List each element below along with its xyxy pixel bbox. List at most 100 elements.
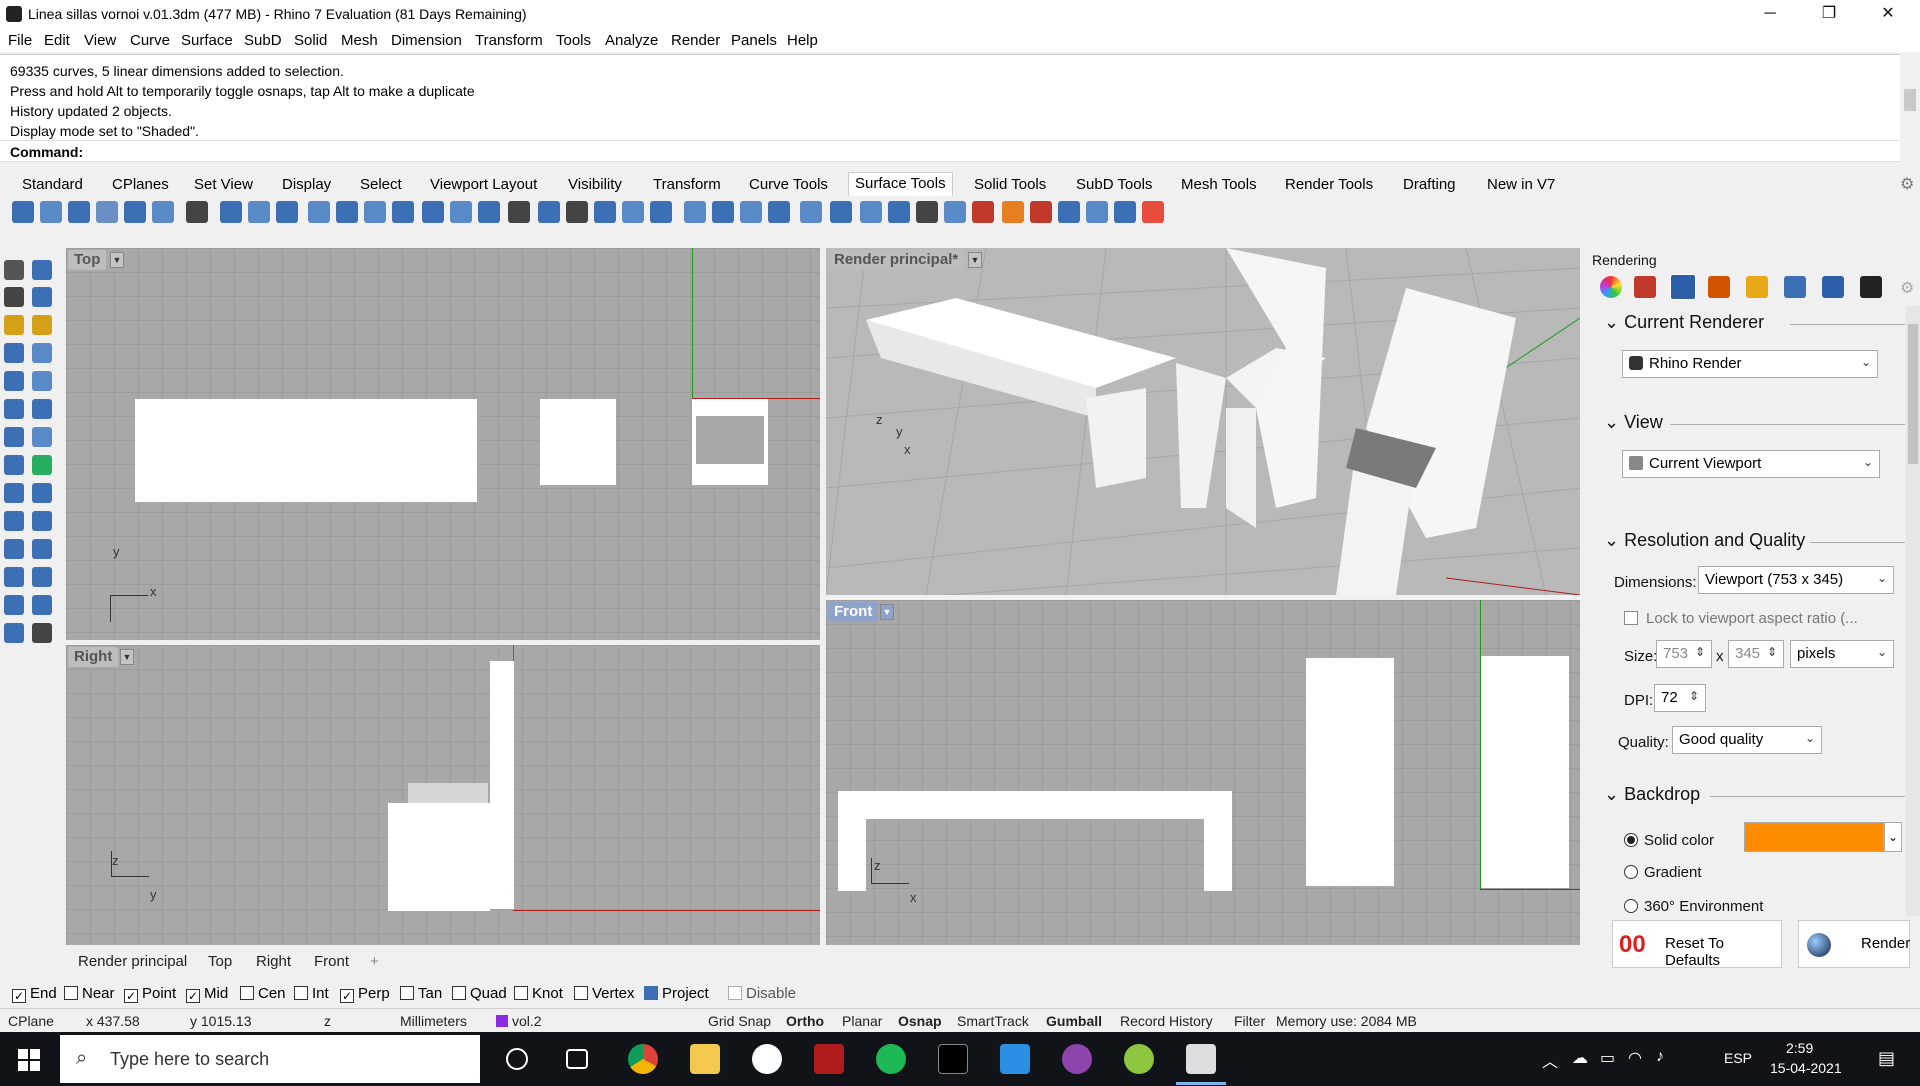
chair-top-view[interactable] (540, 399, 616, 485)
size-unit-dropdown[interactable]: pixels ⌄ (1790, 640, 1894, 668)
sun-icon[interactable] (1708, 276, 1730, 298)
osnap-mid[interactable]: ✓ Mid (186, 985, 228, 1003)
rotate-icon[interactable] (32, 567, 52, 587)
rendering-settings-icon[interactable] (1670, 274, 1696, 300)
clock-date[interactable]: 15-04-2021 (1770, 1060, 1842, 1076)
width-input[interactable]: 753 ⇕ (1656, 640, 1712, 668)
tab-standard[interactable]: Standard (22, 176, 83, 193)
toolbar-settings-icon[interactable]: ⚙ (1900, 174, 1914, 194)
extend-surface-icon[interactable] (422, 201, 444, 223)
select-arrow-icon[interactable] (4, 260, 24, 280)
chair-seat-right-view[interactable] (408, 783, 488, 805)
circle-icon[interactable] (4, 343, 24, 363)
section-current-renderer[interactable]: ⌄ Current Renderer (1604, 312, 1764, 333)
array-icon[interactable] (4, 623, 24, 643)
untrim-icon[interactable] (566, 201, 588, 223)
viewport-label-top[interactable]: Top (68, 250, 107, 270)
tab-display[interactable]: Display (282, 176, 331, 193)
menu-edit[interactable]: Edit (44, 32, 70, 49)
chair-base-right-view[interactable] (388, 803, 490, 911)
language-indicator[interactable]: ESP (1724, 1050, 1752, 1066)
interp-curve-icon[interactable] (32, 315, 52, 335)
bench-leg-left-front-view[interactable] (838, 819, 866, 891)
status-record-history[interactable]: Record History (1120, 1013, 1213, 1029)
cortana-icon[interactable] (506, 1048, 528, 1070)
status-units[interactable]: Millimeters (400, 1013, 467, 1029)
tab-transform[interactable]: Transform (653, 176, 721, 193)
taskbar-search-box[interactable]: ⌕ Type here to search (60, 1035, 480, 1083)
checkbox-icon[interactable] (294, 986, 308, 1000)
merge-surface-icon[interactable] (478, 201, 500, 223)
surface-from-edges-icon[interactable] (40, 201, 62, 223)
checkbox-icon[interactable] (574, 986, 588, 1000)
vscode-icon[interactable] (1000, 1044, 1030, 1074)
clock-time[interactable]: 2:59 (1786, 1040, 1813, 1056)
status-gumball[interactable]: Gumball (1046, 1013, 1102, 1029)
polygon-icon[interactable] (32, 371, 52, 391)
loft-icon[interactable] (124, 201, 146, 223)
chrome-icon[interactable] (628, 1044, 658, 1074)
menu-file[interactable]: File (8, 32, 32, 49)
change-degree-icon[interactable] (740, 201, 762, 223)
rebuild-surface-icon[interactable] (508, 201, 530, 223)
environment-icon[interactable] (1784, 276, 1806, 298)
status-cplane[interactable]: CPlane (8, 1013, 54, 1029)
scroll-thumb[interactable] (1904, 89, 1916, 111)
chair-back-right-view[interactable] (490, 661, 514, 909)
section-view[interactable]: ⌄ View (1604, 412, 1663, 433)
stepper-icon[interactable]: ⇕ (1689, 689, 1699, 703)
osnap-perp[interactable]: ✓ Perp (340, 985, 390, 1003)
point-deviation-icon[interactable] (1114, 201, 1136, 223)
battery-icon[interactable]: ▭ (1600, 1048, 1615, 1068)
surface-tool-icon[interactable] (4, 455, 24, 475)
fillet-curve-icon[interactable] (4, 427, 24, 447)
pyramid-icon[interactable] (32, 511, 52, 531)
cage-icon[interactable] (768, 201, 790, 223)
fillet-surface-icon[interactable] (308, 201, 330, 223)
gradient-radio[interactable]: Gradient (1624, 864, 1702, 881)
tab-drafting[interactable]: Drafting (1403, 176, 1456, 193)
menu-transform[interactable]: Transform (475, 32, 543, 49)
shrink-trimmed-surface-icon[interactable] (684, 201, 706, 223)
osnap-project[interactable]: Project (644, 985, 709, 1002)
dpi-input[interactable]: 72 ⇕ (1654, 684, 1706, 712)
viewport-front[interactable]: z x Front ▼ (826, 600, 1580, 945)
light-icon[interactable] (1822, 276, 1844, 298)
checkbox-icon[interactable]: ✓ (124, 989, 138, 1003)
viewport-label-right[interactable]: Right (68, 647, 119, 667)
status-layer[interactable]: vol.2 (512, 1013, 542, 1029)
scale-icon[interactable] (4, 595, 24, 615)
checkbox-icon[interactable] (452, 986, 466, 1000)
checkbox-icon[interactable] (728, 986, 742, 1000)
osnap-knot[interactable]: Knot (514, 985, 563, 1002)
radio-icon[interactable] (1624, 899, 1638, 913)
renderer-dropdown[interactable]: Rhino Render ⌄ (1622, 350, 1878, 378)
viewport-menu-arrow-icon[interactable]: ▼ (968, 252, 982, 268)
height-input[interactable]: 345 ⇕ (1728, 640, 1784, 668)
osnap-vertex[interactable]: Vertex (574, 985, 635, 1002)
set-points-icon[interactable] (800, 201, 822, 223)
osnap-disable[interactable]: Disable (728, 985, 796, 1002)
draft-angle-icon[interactable] (1058, 201, 1080, 223)
cloud-icon[interactable]: ☁ (1572, 1048, 1588, 1068)
boolean-difference-icon[interactable] (32, 539, 52, 559)
tab-surface-tools[interactable]: Surface Tools (848, 172, 953, 196)
checkbox-icon[interactable]: ✓ (12, 989, 26, 1003)
section-resolution-and-quality[interactable]: ⌄ Resolution and Quality (1604, 530, 1805, 551)
status-ortho[interactable]: Ortho (786, 1013, 824, 1029)
ellipse-icon[interactable] (4, 371, 24, 391)
terminal-icon[interactable] (938, 1044, 968, 1074)
android-app-icon[interactable] (1124, 1044, 1154, 1074)
bench-leg-right-front-view[interactable] (1204, 819, 1232, 891)
revolve-icon[interactable] (152, 201, 174, 223)
split-edge-icon[interactable] (594, 201, 616, 223)
color-dropdown-arrow-icon[interactable]: ⌄ (1884, 822, 1902, 852)
github-desktop-icon[interactable] (1062, 1044, 1092, 1074)
surface-from-points-icon[interactable] (12, 201, 34, 223)
chamfer-surface-icon[interactable] (336, 201, 358, 223)
blend-surface-icon[interactable] (392, 201, 414, 223)
lock-aspect-checkbox[interactable]: Lock to viewport aspect ratio (... (1624, 610, 1858, 627)
checkbox-icon[interactable]: ✓ (186, 989, 200, 1003)
move-icon[interactable] (4, 567, 24, 587)
menu-curve[interactable]: Curve (130, 32, 170, 49)
